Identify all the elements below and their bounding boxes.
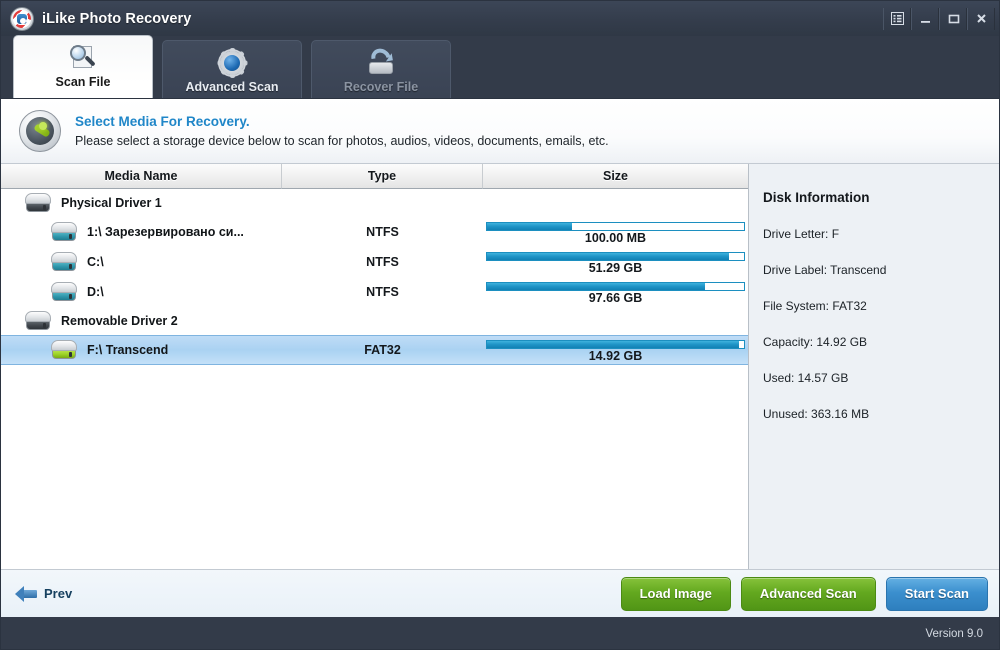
disk-info-drive-label: Drive Label: Transcend (763, 263, 887, 277)
table-row[interactable]: Removable Driver 2 (1, 307, 748, 335)
prev-label: Prev (44, 586, 73, 601)
tab-label: Recover File (343, 80, 419, 94)
cell-type: NTFS (366, 255, 399, 269)
page-subtitle: Please select a storage device below to … (75, 134, 609, 148)
capacity-bar (486, 282, 745, 291)
window-controls (883, 1, 995, 36)
capacity-bar (486, 222, 745, 231)
tab-scan-file[interactable]: Scan File (13, 35, 153, 98)
version-label: Version 9.0 (925, 628, 983, 640)
disk-info-file-system: File System: FAT32 (763, 299, 867, 313)
column-header-size[interactable]: Size (483, 164, 748, 189)
table-row[interactable]: 1:\ Зарезервировано си... NTFS 100.00 MB (1, 217, 748, 247)
close-icon[interactable] (967, 7, 995, 30)
cell-type: NTFS (366, 225, 399, 239)
capacity-bar-fill (487, 223, 572, 230)
table-row[interactable]: C:\ NTFS 51.29 GB (1, 247, 748, 277)
media-name-label: F:\ Transcend (87, 343, 169, 357)
footer-bar: Prev Load Image Advanced Scan Start Scan (1, 569, 999, 617)
minimize-icon[interactable] (911, 7, 939, 30)
magnifier-scan-icon (68, 43, 98, 73)
media-list-pane: Media Name Type Size Physical Driver 1 1:… (1, 164, 749, 569)
cell-media-name: F:\ Transcend (1, 340, 282, 360)
tab-bar: Scan File Advanced Scan Recover File (1, 35, 999, 98)
cell-type: FAT32 (364, 343, 401, 357)
disk-info-unused: Unused: 363.16 MB (763, 407, 870, 421)
prev-button[interactable]: Prev (15, 585, 73, 602)
cell-media-name: D:\ (1, 282, 282, 302)
size-label: 100.00 MB (584, 231, 647, 245)
capacity-bar-fill (487, 253, 729, 260)
recover-drive-icon (366, 44, 396, 78)
tab-label: Scan File (55, 75, 111, 89)
cell-size: 100.00 MB (483, 217, 748, 247)
size-label: 97.66 GB (588, 291, 643, 305)
tab-recover-file[interactable]: Recover File (311, 40, 451, 98)
page-banner: Select Media For Recovery. Please select… (1, 98, 999, 164)
media-name-label: C:\ (87, 255, 104, 269)
cell-size: 14.92 GB (483, 335, 748, 365)
page-title: Select Media For Recovery. (75, 114, 250, 129)
disk-information-panel: Disk Information Drive Letter: F Drive L… (749, 164, 999, 569)
capacity-bar-fill (487, 341, 739, 348)
media-name-label: Physical Driver 1 (61, 196, 162, 210)
window-title: iLike Photo Recovery (42, 10, 192, 27)
cell-type: NTFS (366, 285, 399, 299)
size-label: 51.29 GB (588, 261, 643, 275)
table-row[interactable]: D:\ NTFS 97.66 GB (1, 277, 748, 307)
capacity-bar (486, 340, 745, 349)
arrow-left-icon (15, 585, 37, 602)
app-logo-icon (10, 6, 34, 31)
tab-advanced-scan[interactable]: Advanced Scan (162, 40, 302, 98)
application-window: iLike Photo Recovery Scan File Advanced … (0, 0, 1000, 650)
cell-media-name: C:\ (1, 252, 282, 272)
cell-media-name: Removable Driver 2 (1, 311, 282, 331)
drive-icon-dark (23, 193, 53, 213)
disk-info-capacity: Capacity: 14.92 GB (763, 335, 868, 349)
disk-info-title: Disk Information (763, 190, 870, 205)
main-content: Media Name Type Size Physical Driver 1 1:… (1, 164, 999, 569)
cell-size (483, 188, 748, 218)
drive-icon-teal (49, 222, 79, 242)
media-name-label: D:\ (87, 285, 104, 299)
media-compass-icon (19, 110, 61, 152)
size-label: 14.92 GB (588, 349, 643, 363)
cell-media-name: Physical Driver 1 (1, 193, 282, 213)
table-header: Media Name Type Size (1, 164, 748, 189)
start-scan-button[interactable]: Start Scan (885, 576, 988, 611)
table-body: Physical Driver 1 1:\ Зарезервировано си.… (1, 189, 748, 365)
drive-icon-teal (49, 282, 79, 302)
media-name-label: 1:\ Зарезервировано си... (87, 225, 244, 239)
cell-media-name: 1:\ Зарезервировано си... (1, 222, 282, 242)
drive-icon-teal (49, 252, 79, 272)
maximize-icon[interactable] (939, 7, 967, 30)
tab-label: Advanced Scan (185, 80, 279, 94)
advanced-scan-button[interactable]: Advanced Scan (740, 576, 876, 611)
cell-size: 97.66 GB (483, 277, 748, 307)
column-header-type[interactable]: Type (282, 164, 483, 189)
table-row[interactable]: Physical Driver 1 (1, 189, 748, 217)
media-name-label: Removable Driver 2 (61, 314, 178, 328)
table-row[interactable]: F:\ Transcend FAT32 14.92 GB (1, 335, 748, 365)
load-image-button[interactable]: Load Image (620, 576, 731, 611)
gear-icon (217, 48, 248, 78)
disk-info-drive-letter: Drive Letter: F (763, 227, 840, 241)
drive-icon-green (49, 340, 79, 360)
column-header-media-name[interactable]: Media Name (1, 164, 282, 189)
title-bar: iLike Photo Recovery (1, 1, 999, 36)
drive-icon-dark (23, 311, 53, 331)
capacity-bar-fill (487, 283, 706, 290)
menu-icon[interactable] (883, 7, 911, 30)
cell-size (483, 306, 748, 336)
cell-size: 51.29 GB (483, 247, 748, 277)
status-bar: Version 9.0 (1, 617, 999, 649)
capacity-bar (486, 252, 745, 261)
footer-actions: Load Image Advanced Scan Start Scan (620, 576, 988, 611)
disk-info-used: Used: 14.57 GB (763, 371, 849, 385)
